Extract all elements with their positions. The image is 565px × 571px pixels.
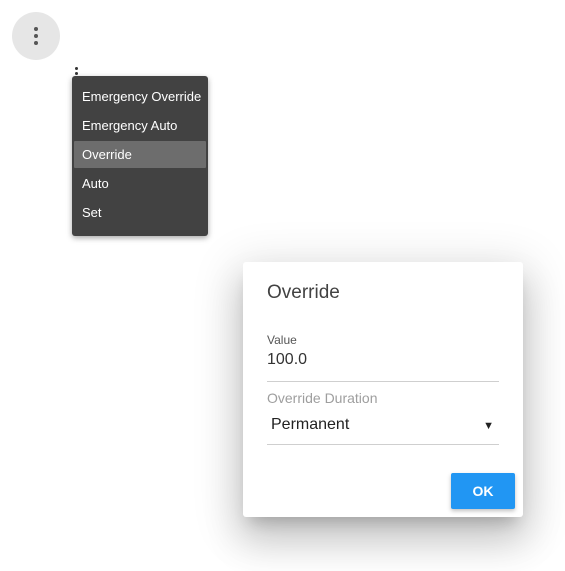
menu-item-set[interactable]: Set: [74, 199, 206, 226]
override-dialog: Override Value 100.0 Override Duration P…: [243, 262, 523, 517]
duration-underline: [267, 444, 499, 445]
menu-item-emergency-override[interactable]: Emergency Override: [74, 83, 206, 110]
menu-item-emergency-auto[interactable]: Emergency Auto: [74, 112, 206, 139]
dialog-title: Override: [267, 282, 340, 303]
override-duration-label: Override Duration: [267, 390, 378, 406]
ok-button[interactable]: OK: [451, 473, 515, 509]
override-duration-select[interactable]: Permanent ▼: [267, 412, 499, 443]
value-label: Value: [267, 333, 297, 347]
value-field[interactable]: 100.0: [267, 351, 307, 369]
value-underline: [267, 381, 499, 382]
more-menu-button[interactable]: [12, 12, 60, 60]
menu-item-override[interactable]: Override: [74, 141, 206, 168]
dropdown-arrow-icon: ▼: [483, 420, 494, 432]
command-menu: Emergency Override Emergency Auto Overri…: [72, 76, 208, 236]
more-vert-icon: [34, 27, 38, 45]
menu-item-auto[interactable]: Auto: [74, 170, 206, 197]
override-duration-value: Permanent: [271, 416, 350, 433]
page: Emergency Override Emergency Auto Overri…: [0, 0, 565, 571]
